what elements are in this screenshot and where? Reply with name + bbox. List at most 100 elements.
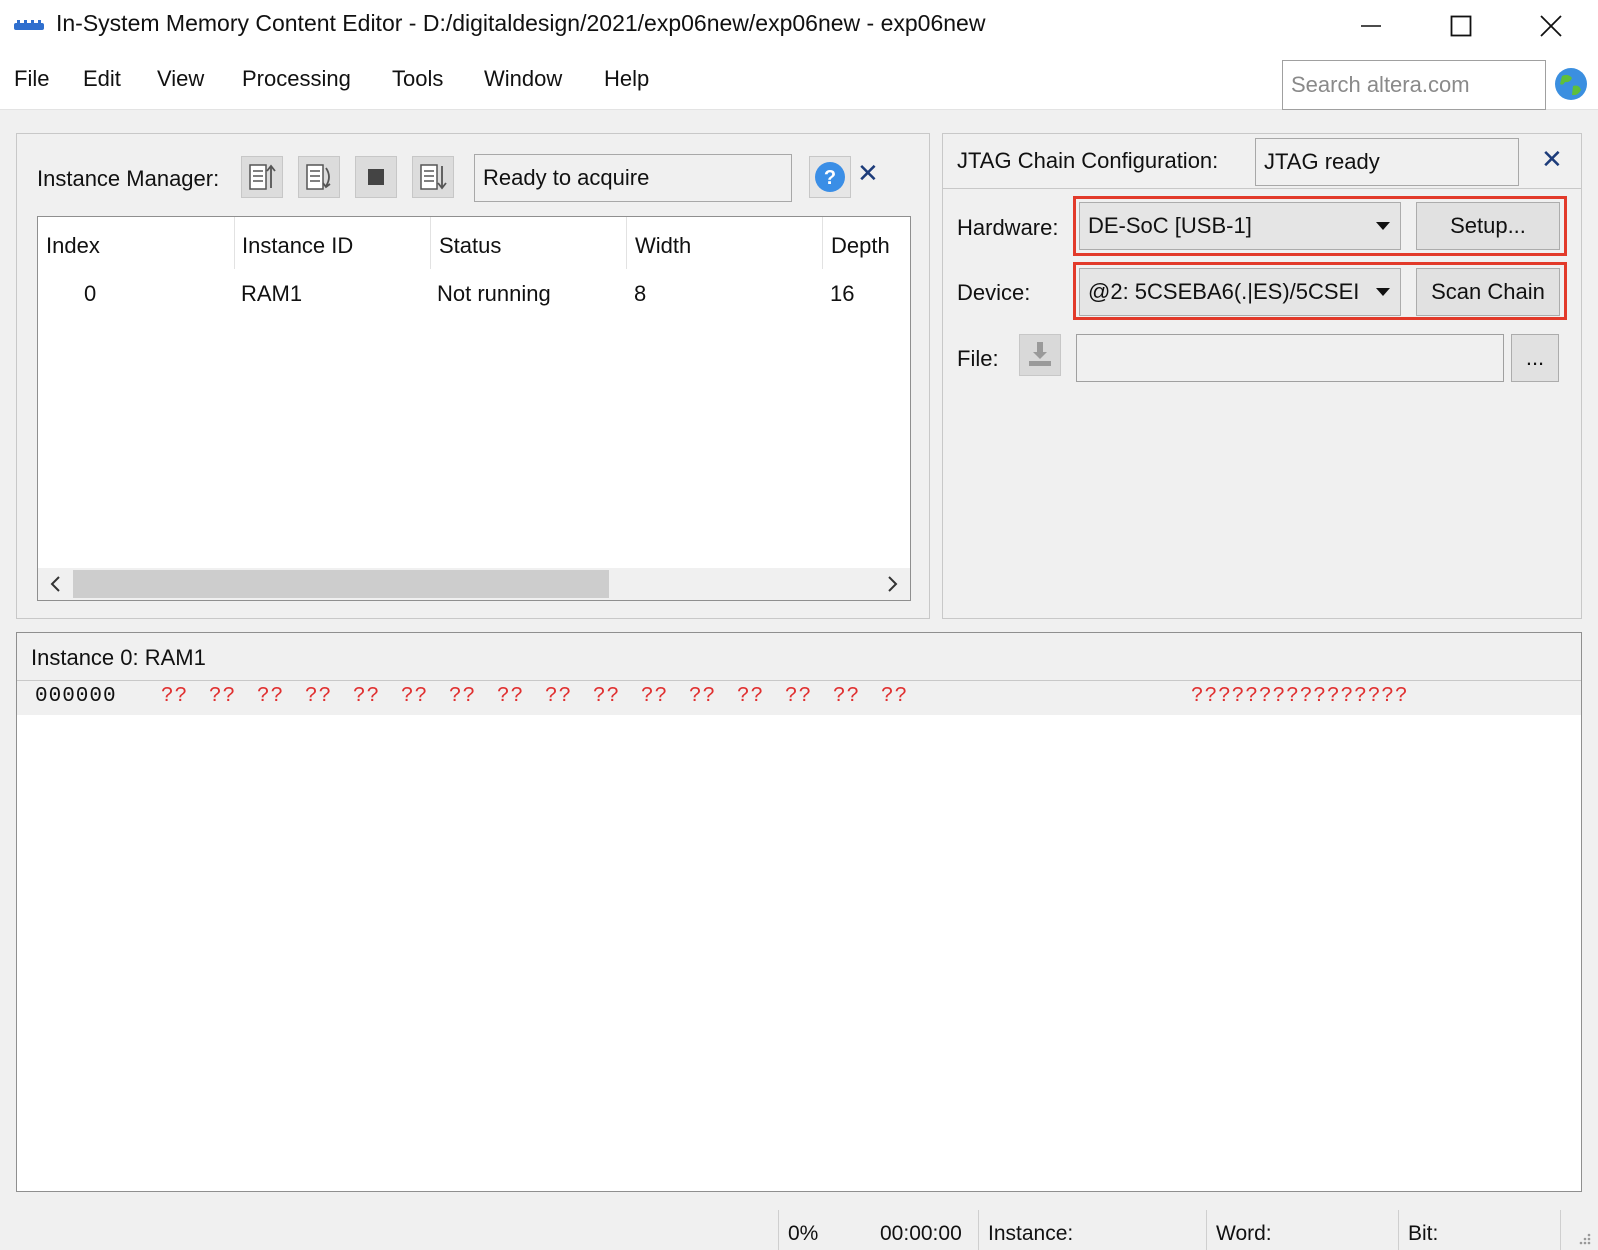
memory-byte[interactable]: ?? [833, 685, 860, 708]
jtag-label: JTAG Chain Configuration: [957, 148, 1219, 173]
bit-status-label: Bit: [1408, 1222, 1439, 1245]
hardware-label: Hardware: [957, 215, 1059, 240]
column-header-status[interactable]: Status [439, 233, 501, 259]
column-divider [430, 217, 431, 269]
jtag-chain-panel: JTAG Chain Configuration: JTAG ready ✕ H… [942, 133, 1582, 619]
menu-view[interactable]: View [157, 66, 204, 92]
memory-byte[interactable]: ?? [209, 685, 236, 708]
status-divider [1398, 1210, 1399, 1250]
minimize-button[interactable] [1326, 0, 1416, 52]
memory-byte[interactable]: ?? [881, 685, 908, 708]
acquisition-status: Ready to acquire [474, 154, 792, 202]
memory-byte[interactable]: ?? [737, 685, 764, 708]
globe-icon[interactable] [1553, 66, 1589, 102]
svg-text:?: ? [824, 167, 836, 189]
read-data-button[interactable] [241, 156, 283, 198]
menu-help[interactable]: Help [604, 66, 649, 92]
scrollbar-thumb[interactable] [73, 570, 609, 598]
status-bar: 0% 00:00:00 Instance: Word: Bit: [0, 1208, 1598, 1250]
scroll-right-icon[interactable] [882, 572, 902, 596]
column-divider [234, 217, 235, 269]
window-title: In-System Memory Content Editor - D:/dig… [56, 10, 986, 36]
memory-byte[interactable]: ?? [353, 685, 380, 708]
word-status-label: Word: [1216, 1222, 1272, 1245]
setup-button[interactable]: Setup... [1416, 202, 1560, 250]
memory-ascii[interactable]: ???????????????? [1191, 685, 1409, 708]
cell-status: Not running [437, 281, 551, 306]
column-header-index[interactable]: Index [46, 233, 100, 259]
memory-address: 000000 [35, 685, 117, 708]
close-jtag-icon[interactable]: ✕ [1541, 144, 1563, 175]
memory-byte[interactable]: ?? [401, 685, 428, 708]
cell-width: 8 [634, 281, 647, 306]
memory-byte[interactable]: ?? [785, 685, 812, 708]
cell-depth: 16 [830, 281, 855, 306]
device-label: Device: [957, 280, 1031, 305]
column-header-depth[interactable]: Depth [831, 233, 890, 259]
title-bar: In-System Memory Content Editor - D:/dig… [0, 0, 1598, 52]
jtag-status: JTAG ready [1255, 138, 1519, 186]
read-data-icon [249, 164, 276, 190]
cell-instance-id: RAM1 [241, 281, 303, 306]
program-device-button[interactable] [1019, 334, 1061, 376]
memory-content-panel: Instance 0: RAM1 000000 ?? ?? ?? ?? ?? ?… [16, 632, 1582, 1192]
continuous-read-button[interactable] [298, 156, 340, 198]
stop-icon [368, 169, 384, 185]
file-path-input[interactable] [1076, 334, 1504, 382]
maximize-icon [1450, 15, 1472, 37]
instance-manager-panel: Instance Manager: Ready to acquire ? ✕ I… [16, 133, 930, 619]
browse-button[interactable]: ... [1511, 334, 1559, 382]
memory-byte[interactable]: ?? [497, 685, 524, 708]
instance-table: Index Instance ID Status Width Depth 0 R… [37, 216, 911, 601]
menu-tools[interactable]: Tools [392, 66, 443, 92]
resize-grip-icon[interactable] [1576, 1230, 1592, 1246]
status-divider [1560, 1210, 1561, 1250]
menu-processing[interactable]: Processing [242, 66, 351, 92]
scroll-left-icon[interactable] [46, 572, 66, 596]
menu-edit[interactable]: Edit [83, 66, 121, 92]
close-button[interactable] [1506, 0, 1596, 52]
progress-text: 0% [788, 1222, 819, 1245]
close-icon [1540, 15, 1562, 37]
memory-row[interactable]: 000000 ?? ?? ?? ?? ?? ?? ?? ?? ?? ?? ?? … [17, 681, 1581, 715]
chevron-down-icon [1376, 222, 1390, 230]
hardware-value: DE-SoC [USB-1] [1088, 213, 1252, 238]
column-header-instance-id[interactable]: Instance ID [242, 233, 353, 259]
search-input[interactable] [1283, 61, 1545, 109]
chevron-down-icon [1376, 288, 1390, 296]
menu-file[interactable]: File [14, 66, 49, 92]
minimize-icon [1361, 25, 1381, 27]
status-divider [778, 1210, 779, 1250]
program-device-icon [1029, 342, 1051, 366]
column-divider [822, 217, 823, 269]
app-icon [14, 20, 44, 30]
write-data-button[interactable] [412, 156, 454, 198]
status-divider [978, 1210, 979, 1250]
column-divider [626, 217, 627, 269]
elapsed-time: 00:00:00 [880, 1222, 962, 1245]
scan-chain-button[interactable]: Scan Chain [1416, 268, 1560, 316]
memory-instance-title: Instance 0: RAM1 [31, 645, 206, 670]
column-header-width[interactable]: Width [635, 233, 691, 259]
memory-byte[interactable]: ?? [593, 685, 620, 708]
cell-index: 0 [84, 281, 97, 306]
horizontal-scrollbar[interactable] [38, 568, 910, 600]
memory-byte[interactable]: ?? [641, 685, 668, 708]
memory-byte[interactable]: ?? [545, 685, 572, 708]
close-instance-manager-icon[interactable]: ✕ [857, 158, 879, 189]
file-label: File: [957, 346, 999, 371]
hardware-select[interactable]: DE-SoC [USB-1] [1079, 202, 1401, 250]
menu-window[interactable]: Window [484, 66, 562, 92]
search-box [1282, 60, 1546, 110]
memory-byte[interactable]: ?? [305, 685, 332, 708]
memory-byte[interactable]: ?? [161, 685, 188, 708]
device-select[interactable]: @2: 5CSEBA6(.|ES)/5CSEI [1079, 268, 1401, 316]
memory-byte[interactable]: ?? [689, 685, 716, 708]
stop-button[interactable] [355, 156, 397, 198]
maximize-button[interactable] [1416, 0, 1506, 52]
help-icon: ? [815, 162, 845, 192]
menu-bar: File Edit View Processing Tools Window H… [0, 52, 1598, 110]
help-button[interactable]: ? [809, 156, 851, 198]
memory-byte[interactable]: ?? [449, 685, 476, 708]
memory-byte[interactable]: ?? [257, 685, 284, 708]
